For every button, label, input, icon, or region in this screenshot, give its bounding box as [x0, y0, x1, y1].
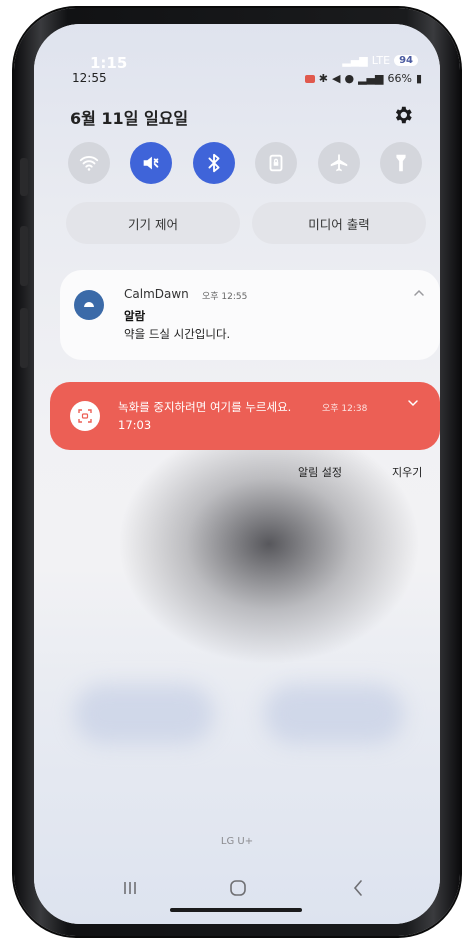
chevron-up-icon[interactable]	[412, 286, 426, 300]
airplane-toggle[interactable]	[317, 142, 360, 184]
notification-body: 약을 드실 시간입니다.	[124, 327, 231, 341]
status-bar: 1:15 12:55 ▂▄▆ LTE 94 ✱ ◀ ● ▂▄▆ 66% ▮	[34, 24, 440, 88]
navigation-bar	[34, 872, 440, 912]
settings-gear-icon[interactable]	[392, 104, 414, 126]
bluetooth-toggle[interactable]	[192, 142, 235, 184]
wifi-icon	[79, 156, 99, 171]
battery-icon: ▮	[415, 72, 422, 85]
flashlight-icon	[396, 154, 406, 172]
quick-panel-buttons: 기기 제어 미디어 출력	[66, 202, 426, 244]
notification-card[interactable]: CalmDawn 오후 12:55 알람 약을 드실 시간입니다.	[60, 270, 440, 360]
screen-record-icon	[78, 409, 92, 423]
status-right-top: ▂▄▆ LTE 94	[342, 54, 418, 67]
bluetooth-icon	[208, 153, 220, 173]
media-output-button[interactable]: 미디어 출력	[252, 202, 426, 244]
location-icon: ●	[344, 72, 355, 85]
recent-apps-icon[interactable]	[120, 878, 140, 898]
mute-status-icon: ◀	[332, 72, 341, 85]
home-indicator	[170, 908, 302, 912]
network-type: LTE	[371, 54, 391, 67]
mute-toggle[interactable]	[130, 142, 173, 184]
volume-up-button	[20, 226, 28, 286]
battery-percent: 66%	[387, 72, 412, 85]
screen-recording-notification[interactable]: 녹화를 중지하려면 여기를 누르세요. 오후 12:38 17:03	[50, 382, 440, 450]
screen-record-icon	[304, 74, 315, 83]
bluetooth-status-icon: ✱	[318, 72, 329, 85]
quick-settings-header: 6월 11일 일요일	[70, 102, 412, 132]
notification-time: 오후 12:55	[202, 292, 248, 302]
home-icon[interactable]	[228, 878, 248, 898]
screen: 1:15 12:55 ▂▄▆ LTE 94 ✱ ◀ ● ▂▄▆ 66% ▮ 6월…	[34, 24, 440, 924]
app-icon	[74, 290, 104, 320]
blurred-shape	[74, 684, 214, 744]
airplane-icon	[330, 154, 347, 172]
calmdawn-logo-icon	[84, 302, 94, 307]
back-icon[interactable]	[348, 878, 368, 898]
lock-rotation-icon	[269, 154, 283, 172]
quick-toggles	[68, 142, 422, 186]
recording-elapsed: 17:03	[118, 418, 152, 432]
side-button	[20, 158, 28, 196]
clear-all-link[interactable]: 지우기	[392, 464, 422, 480]
volume-down-button	[20, 308, 28, 368]
signal-status-icon: ▂▄▆	[358, 72, 384, 85]
notification-settings-link[interactable]: 알림 설정	[298, 464, 342, 480]
chevron-down-icon[interactable]	[406, 396, 420, 410]
wifi-toggle[interactable]	[68, 142, 110, 184]
status-time: 12:55	[72, 71, 107, 85]
carrier-label: LG U+	[220, 836, 254, 847]
recording-title: 녹화를 중지하려면 여기를 누르세요.	[118, 400, 292, 414]
rotation-lock-toggle[interactable]	[255, 142, 298, 184]
blurred-shape	[264, 684, 404, 744]
notification-app-name: CalmDawn	[124, 287, 189, 301]
recording-time: 오후 12:38	[322, 404, 368, 414]
status-right-icons: ✱ ◀ ● ▂▄▆ 66% ▮	[304, 72, 422, 85]
status-time-overlay: 1:15	[90, 54, 128, 72]
notification-actions: 알림 설정 지우기	[34, 464, 440, 484]
signal-badge: 94	[394, 55, 418, 66]
device-control-button[interactable]: 기기 제어	[66, 202, 240, 244]
signal-bars-icon: ▂▄▆	[342, 54, 368, 67]
flashlight-toggle[interactable]	[379, 142, 422, 184]
mute-icon	[144, 156, 159, 170]
notification-title: 알람	[124, 309, 146, 323]
date-label: 6월 11일 일요일	[70, 109, 189, 128]
record-icon-container	[70, 401, 100, 431]
